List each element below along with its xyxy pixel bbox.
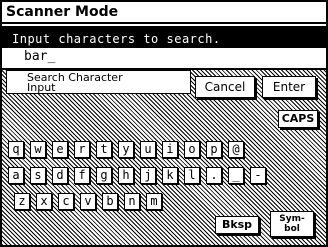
key-row1-3[interactable]: r bbox=[74, 141, 90, 158]
cancel-button[interactable]: Cancel bbox=[195, 76, 255, 98]
key-row2-10[interactable]: _ bbox=[228, 167, 244, 184]
key-row2-2[interactable]: d bbox=[52, 167, 68, 184]
key-row2-3[interactable]: f bbox=[74, 167, 90, 184]
key-row2-6[interactable]: j bbox=[140, 167, 156, 184]
keyboard-panel: Search Character Input Cancel Enter CAPS… bbox=[2, 68, 326, 245]
key-row2-7[interactable]: k bbox=[162, 167, 178, 184]
key-row3-0[interactable]: z bbox=[14, 193, 30, 210]
key-row3-1[interactable]: x bbox=[36, 193, 52, 210]
prompt-panel: Input characters to search. bar_ bbox=[2, 26, 326, 66]
key-row2-0[interactable]: a bbox=[8, 167, 24, 184]
search-label-line2: Input bbox=[27, 81, 56, 94]
key-row3-4[interactable]: b bbox=[102, 193, 118, 210]
symbol-label-line1: Sym- bbox=[279, 214, 305, 224]
key-row1-10[interactable]: @ bbox=[228, 141, 244, 158]
key-row1-2[interactable]: e bbox=[52, 141, 68, 158]
window-title: Scanner Mode bbox=[6, 4, 119, 20]
key-row2-9[interactable]: . bbox=[206, 167, 222, 184]
search-input[interactable]: bar_ bbox=[2, 46, 326, 66]
symbol-label-line2: bol bbox=[284, 224, 300, 234]
key-row2-11[interactable]: - bbox=[250, 167, 266, 184]
key-row1-7[interactable]: i bbox=[162, 141, 178, 158]
prompt-message: Input characters to search. bbox=[12, 32, 221, 46]
key-row1-8[interactable]: o bbox=[184, 141, 200, 158]
key-row3-3[interactable]: v bbox=[80, 193, 96, 210]
enter-button[interactable]: Enter bbox=[262, 76, 316, 98]
key-row1-9[interactable]: p bbox=[206, 141, 222, 158]
symbol-button[interactable]: Sym- bol bbox=[270, 211, 314, 237]
caps-button[interactable]: CAPS bbox=[278, 110, 318, 128]
key-row1-4[interactable]: t bbox=[96, 141, 112, 158]
key-row3-5[interactable]: n bbox=[124, 193, 140, 210]
key-row2-4[interactable]: g bbox=[96, 167, 112, 184]
key-row1-1[interactable]: w bbox=[30, 141, 46, 158]
scanner-screen: Scanner Mode Input characters to search.… bbox=[0, 0, 328, 247]
key-row2-5[interactable]: h bbox=[118, 167, 134, 184]
backspace-button[interactable]: Bksp bbox=[215, 216, 259, 234]
title-bar: Scanner Mode bbox=[2, 2, 326, 24]
key-row3-6[interactable]: m bbox=[146, 193, 162, 210]
key-row1-0[interactable]: q bbox=[8, 141, 24, 158]
key-row3-2[interactable]: c bbox=[58, 193, 74, 210]
key-row1-6[interactable]: u bbox=[140, 141, 156, 158]
key-row2-1[interactable]: s bbox=[30, 167, 46, 184]
search-character-input-label: Search Character Input bbox=[6, 70, 191, 94]
key-row2-8[interactable]: l bbox=[184, 167, 200, 184]
key-row1-5[interactable]: y bbox=[118, 141, 134, 158]
